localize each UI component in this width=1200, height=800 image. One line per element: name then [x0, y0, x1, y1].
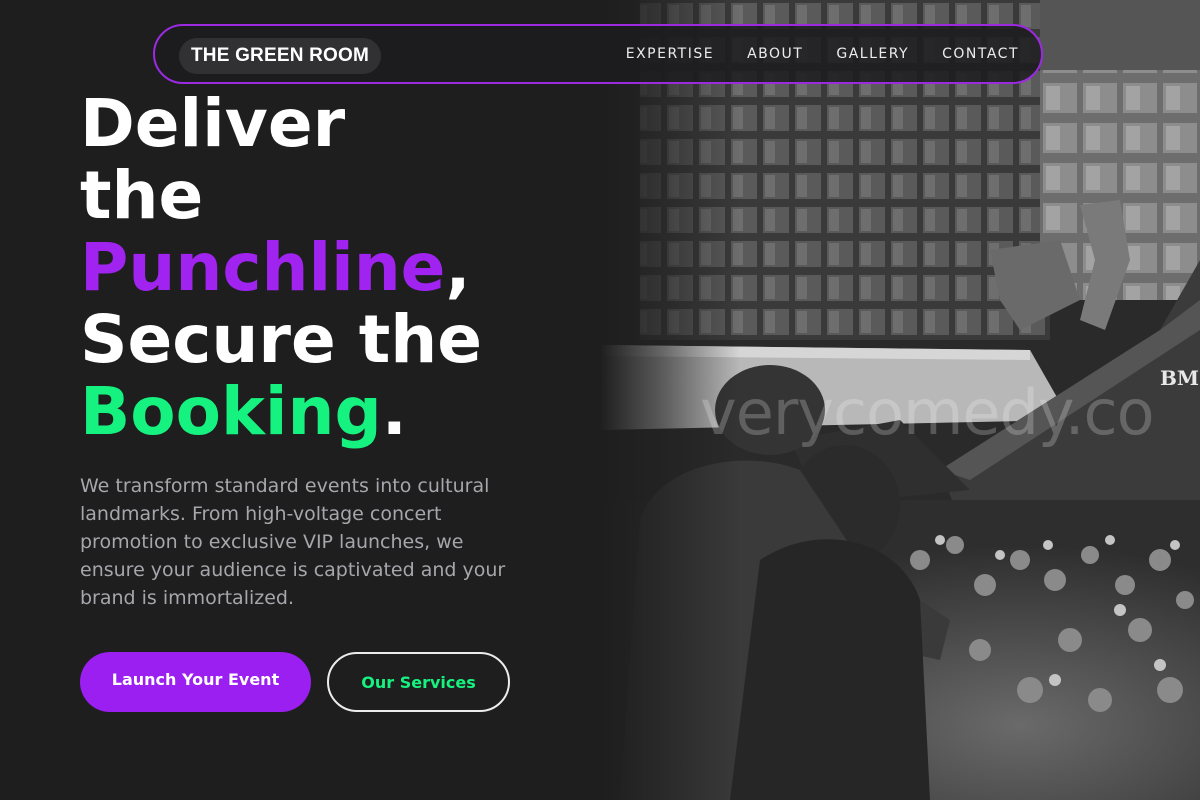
nav-link-about[interactable]: ABOUT: [747, 46, 803, 62]
top-nav: THE GREEN ROOM EXPERTISE ABOUT GALLERY C…: [153, 24, 1043, 84]
brand-logo[interactable]: THE GREEN ROOM: [179, 38, 382, 74]
hero-headline: Deliver the Punchline, Secure the Bookin…: [80, 88, 482, 448]
headline-comma: ,: [445, 229, 471, 306]
nav-links: EXPERTISE ABOUT GALLERY CONTACT: [593, 26, 1019, 82]
nav-link-gallery[interactable]: GALLERY: [836, 46, 909, 62]
headline-line-3: Punchline,: [80, 232, 482, 304]
image-watermark: verycomedy.co: [700, 376, 1155, 449]
headline-accent-punchline: Punchline: [80, 229, 446, 306]
launch-event-button[interactable]: Launch Your Event: [80, 652, 311, 712]
hero-description: We transform standard events into cultur…: [80, 475, 506, 609]
headline-accent-booking: Booking: [80, 373, 382, 450]
headline-line-5: Booking.: [80, 376, 482, 448]
headline-period: .: [381, 373, 407, 450]
headline-line-2: the: [80, 157, 204, 234]
nav-link-contact[interactable]: CONTACT: [942, 46, 1019, 62]
tent-logo: BM: [1160, 366, 1200, 390]
headline-line-1: Deliver: [80, 85, 346, 162]
nav-link-expertise[interactable]: EXPERTISE: [626, 46, 714, 62]
headline-line-4: Secure the: [80, 301, 482, 378]
our-services-button[interactable]: Our Services: [327, 652, 510, 712]
landing-page: verycomedy.co BM THE GREEN ROOM EXPERTIS…: [0, 0, 1200, 800]
